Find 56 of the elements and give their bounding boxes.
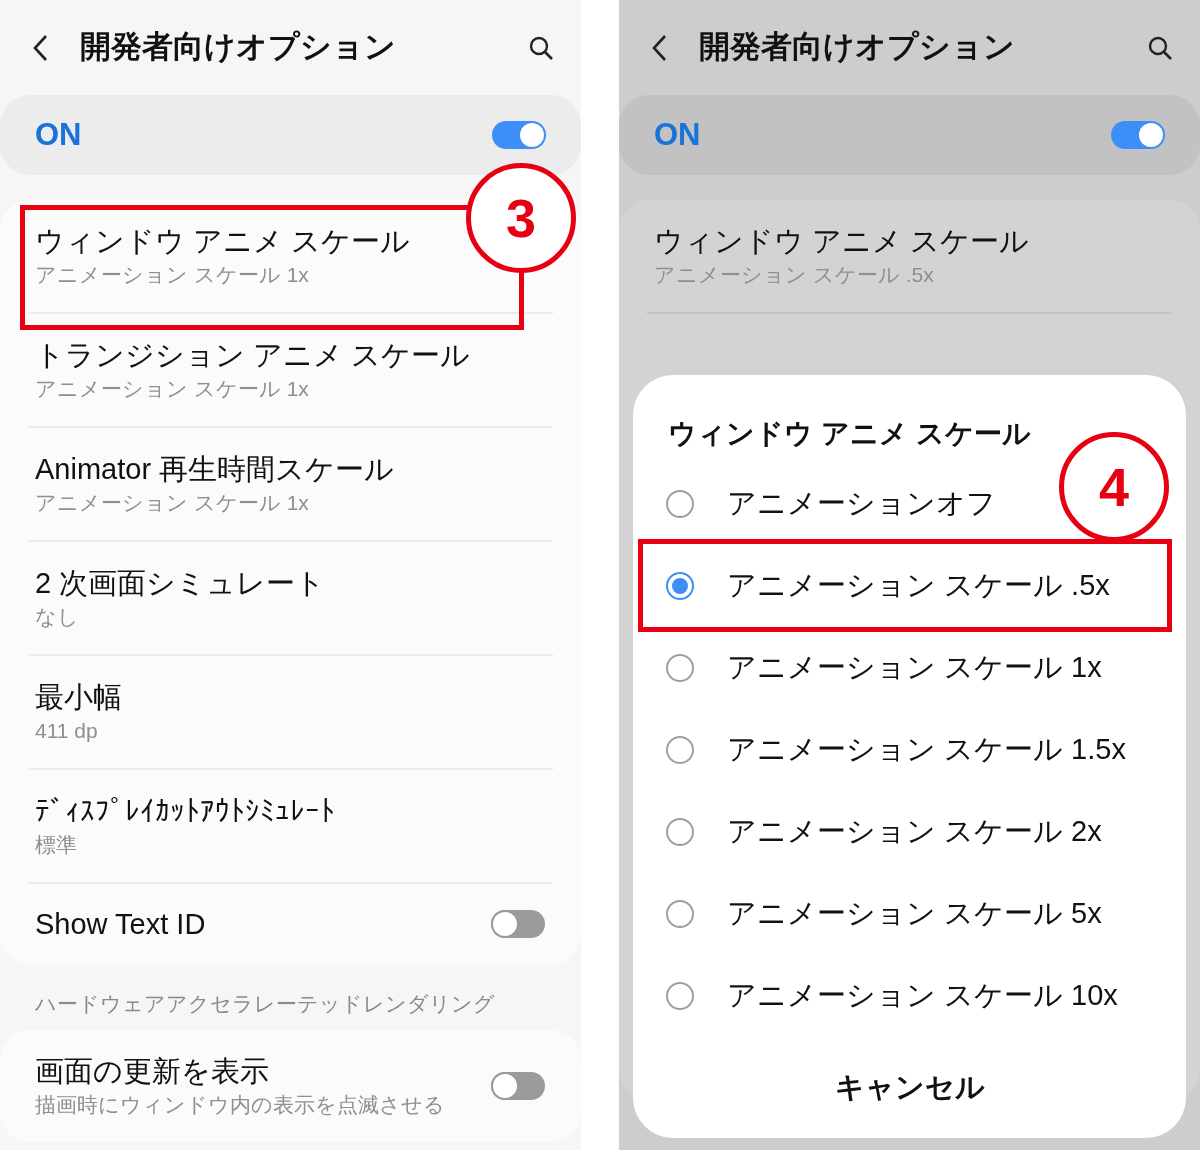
item-value: アニメーション スケール 1x — [35, 262, 310, 288]
settings-item[interactable]: 2 次画面シミュレート なし — [28, 542, 334, 654]
item-title: 画面の更新を表示 — [35, 1053, 270, 1089]
toggle-switch[interactable] — [492, 121, 546, 149]
item-title: Show Text ID — [35, 907, 206, 942]
settings-item[interactable]: トランジション アニメ スケール アニメーション スケール 1x — [28, 314, 479, 426]
back-icon[interactable] — [32, 33, 48, 62]
toggle-switch[interactable] — [1111, 121, 1165, 149]
cancel-button[interactable]: キャンセル — [818, 1062, 1001, 1114]
master-switch-bar[interactable]: ON — [0, 95, 581, 175]
toggle-switch[interactable] — [491, 910, 545, 938]
settings-item[interactable]: 最小幅 411 dp — [28, 656, 130, 768]
item-value: 411 dp — [35, 718, 99, 744]
settings-item[interactable]: Show Text ID — [28, 884, 553, 964]
item-title: ﾃﾞｨｽﾌﾟﾚｲｶｯﾄｱｳﾄｼﾐｭﾚｰﾄ — [35, 794, 335, 829]
radio-option[interactable]: アニメーション スケール 5x — [633, 879, 1112, 949]
screen-title: 開発者向けオプション — [699, 28, 1016, 67]
dialog-title: ウィンドウ アニメ スケール — [667, 417, 1032, 451]
settings-item[interactable]: ウィンドウ アニメ スケール アニメーション スケール .5x — [647, 200, 1038, 312]
radio-option[interactable]: アニメーション スケール 2x — [633, 797, 1112, 867]
item-title: Animator 再生時間スケール — [35, 452, 395, 487]
item-value: なし — [35, 604, 80, 630]
radio-button[interactable] — [666, 490, 694, 518]
radio-button[interactable] — [666, 818, 694, 846]
radio-button[interactable] — [666, 900, 694, 928]
radio-button[interactable] — [666, 572, 694, 600]
item-title: トランジション アニメ スケール — [35, 338, 471, 373]
radio-button[interactable] — [666, 982, 694, 1010]
item-value: アニメーション スケール 1x — [35, 376, 310, 402]
item-value: アニメーション スケール 1x — [35, 490, 310, 516]
item-value: アニメーション スケール .5x — [654, 262, 935, 288]
item-title: ウィンドウ アニメ スケール — [35, 224, 411, 259]
section-header: ハードウェアアクセラレーテッドレンダリング — [34, 991, 496, 1017]
radio-option[interactable]: アニメーションオフ — [633, 469, 1006, 539]
radio-option[interactable]: アニメーション スケール 1x — [633, 633, 1112, 703]
settings-item[interactable]: Animator 再生時間スケール アニメーション スケール 1x — [28, 428, 403, 540]
master-switch-label: ON — [654, 115, 701, 154]
back-icon[interactable] — [651, 33, 667, 62]
radio-option[interactable]: アニメーション スケール 10x — [633, 961, 1128, 1031]
search-icon[interactable] — [1147, 34, 1173, 61]
item-title: 2 次画面シミュレート — [35, 566, 326, 601]
settings-item[interactable]: ウィンドウ アニメ スケール アニメーション スケール 1x — [28, 200, 419, 312]
toggle-switch[interactable] — [491, 1071, 545, 1100]
screen-title: 開発者向けオプション — [80, 28, 397, 67]
master-switch-label: ON — [35, 115, 82, 154]
item-title: ウィンドウ アニメ スケール — [654, 224, 1030, 259]
item-value: 標準 — [35, 832, 78, 858]
radio-option[interactable]: アニメーション スケール .5x — [633, 551, 1120, 621]
item-title: 最小幅 — [35, 680, 122, 715]
radio-button[interactable] — [666, 736, 694, 764]
radio-option[interactable]: アニメーション スケール 1.5x — [633, 715, 1136, 785]
search-icon[interactable] — [528, 34, 554, 61]
settings-item[interactable]: 画面の更新を表示 描画時にウィンドウ内の表示を点滅させる — [28, 1029, 553, 1142]
settings-item[interactable]: ﾃﾞｨｽﾌﾟﾚｲｶｯﾄｱｳﾄｼﾐｭﾚｰﾄ 標準 — [28, 770, 343, 882]
item-value: 描画時にウィンドウ内の表示を点滅させる — [35, 1091, 445, 1118]
radio-button[interactable] — [666, 654, 694, 682]
